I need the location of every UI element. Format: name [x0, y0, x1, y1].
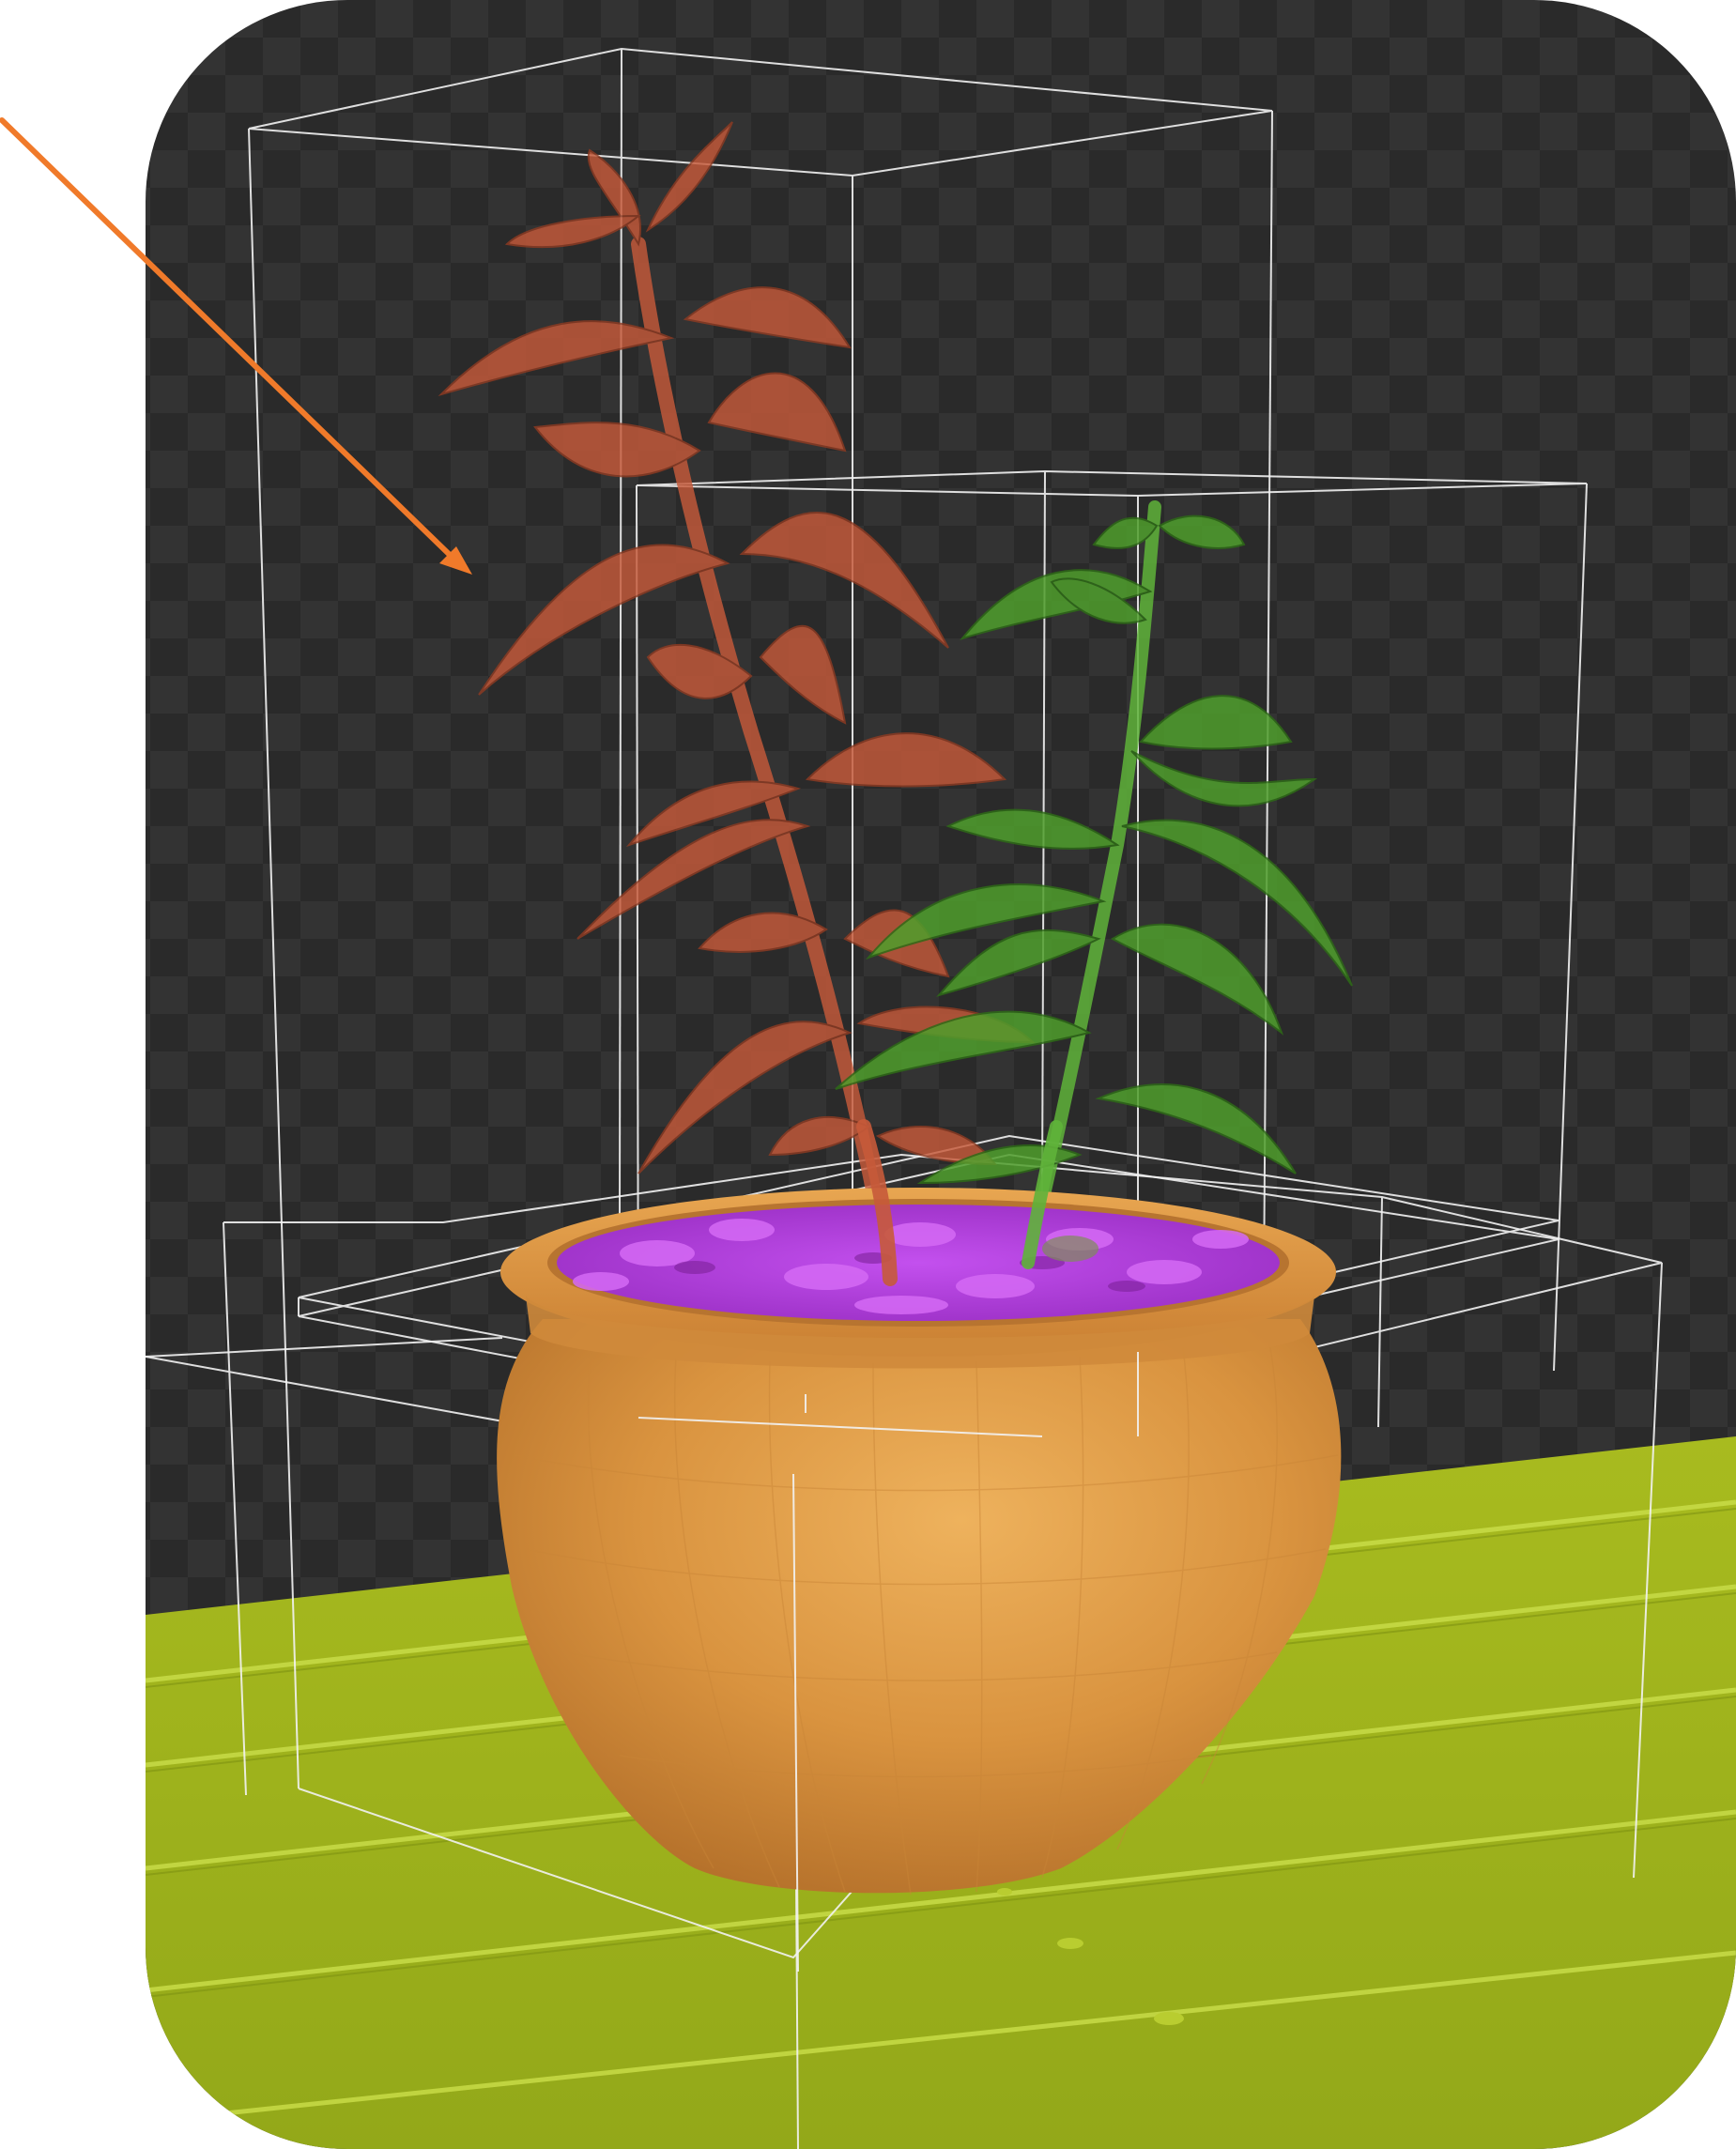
- viewport-frame: [146, 0, 1736, 2149]
- viewport-3d-scene[interactable]: [0, 0, 1736, 2149]
- viewport-screenshot: [0, 0, 1736, 2149]
